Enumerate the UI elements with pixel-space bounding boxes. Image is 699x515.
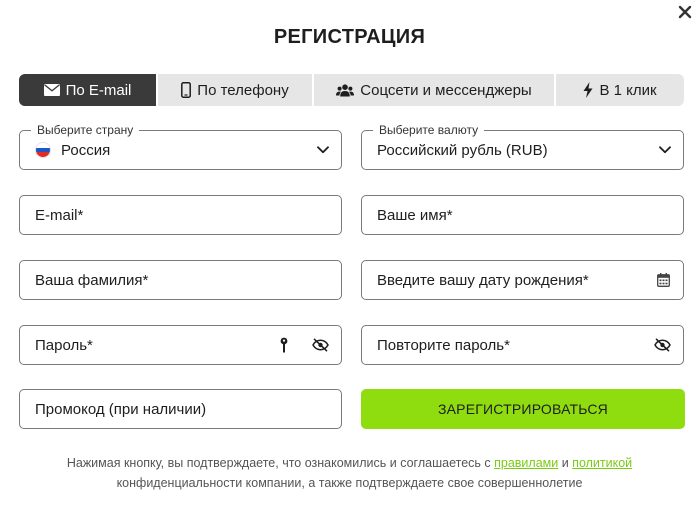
surname-field-placeholder: Ваша фамилия* (35, 271, 149, 289)
page-title: РЕГИСТРАЦИЯ (273, 26, 426, 48)
surname-field[interactable]: Ваша фамилия* (19, 260, 342, 300)
close-button[interactable] (675, 0, 695, 24)
tab-phone[interactable]: По телефону (158, 74, 314, 106)
registration-tabs: По E-mail По телефону Соцсети и мессендж… (19, 74, 684, 106)
birthdate-field-placeholder: Введите вашу дату рождения* (377, 271, 589, 289)
password-field[interactable]: Пароль* (19, 325, 342, 365)
promo-field[interactable]: Промокод (при наличии) (19, 389, 342, 429)
close-icon (678, 5, 692, 19)
tab-social-label: Соцсети и мессенджеры (360, 81, 532, 99)
policy-link[interactable]: политикой (572, 456, 632, 470)
notice-text-before: Нажимая кнопку, вы подтверждаете, что оз… (66, 456, 495, 470)
country-select-value: Россия (61, 141, 111, 159)
eye-slash-icon[interactable] (312, 338, 329, 352)
email-field[interactable]: E-mail* (19, 195, 342, 235)
email-field-placeholder: E-mail* (35, 206, 84, 224)
russia-flag-icon (35, 142, 51, 158)
name-field[interactable]: Ваше имя* (361, 195, 684, 235)
password-repeat-field[interactable]: Повторите пароль* (361, 325, 684, 365)
chevron-down-icon (659, 146, 671, 154)
name-field-placeholder: Ваше имя* (377, 206, 453, 224)
terms-notice: Нажимая кнопку, вы подтверждаете, что оз… (40, 453, 659, 493)
key-icon[interactable] (280, 337, 288, 353)
tab-phone-label: По телефону (197, 81, 289, 99)
lightning-icon (583, 82, 593, 98)
country-select[interactable]: Выберите страну Россия (19, 123, 342, 170)
users-icon (336, 83, 355, 96)
notice-text-after: конфиденциальности компании, а также под… (116, 476, 583, 490)
tab-one-click-label: В 1 клик (599, 81, 657, 99)
envelope-icon (43, 84, 60, 96)
password-repeat-field-placeholder: Повторите пароль* (377, 336, 510, 354)
eye-slash-icon[interactable] (654, 338, 671, 352)
phone-icon (181, 82, 192, 98)
country-select-label: Выберите страну (31, 123, 140, 137)
currency-select-value: Российский рубль (RUB) (377, 141, 548, 159)
register-button[interactable]: ЗАРЕГИСТРИРОВАТЬСЯ (361, 389, 685, 429)
currency-select-label: Выберите валюту (373, 123, 485, 137)
tab-email-label: По E-mail (65, 81, 132, 99)
chevron-down-icon (317, 146, 329, 154)
birthdate-field[interactable]: Введите вашу дату рождения* (361, 260, 684, 300)
promo-field-placeholder: Промокод (при наличии) (35, 400, 207, 418)
tab-one-click[interactable]: В 1 клик (556, 74, 684, 106)
rules-link[interactable]: правилами (494, 456, 558, 470)
tab-social[interactable]: Соцсети и мессенджеры (314, 74, 556, 106)
password-field-placeholder: Пароль* (35, 336, 93, 354)
calendar-icon[interactable] (657, 273, 670, 287)
currency-select[interactable]: Выберите валюту Российский рубль (RUB) (361, 123, 684, 170)
tab-email[interactable]: По E-mail (19, 74, 158, 106)
notice-text-and: и (558, 456, 573, 470)
